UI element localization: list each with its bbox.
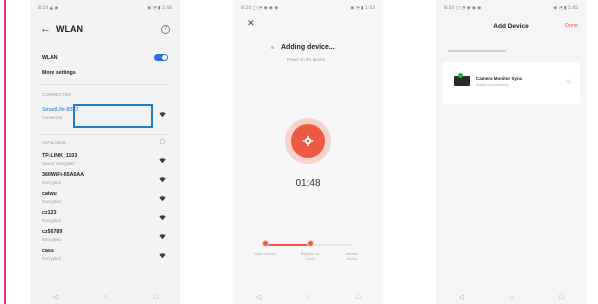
page-title: WLAN [56,24,83,34]
status-bar: 8:24 ▲ ◉ ◉ ◔ ▮ 1:44 [30,4,180,12]
device-card[interactable]: Camera Monitor Sync Added successfully ✎ [442,62,580,104]
status-left: 8:24 ▢ ◔ ◉ ◉ ◉ [444,5,482,11]
step-label-register: Register on Cloud [300,252,320,261]
adding-subtitle: Power on the device. [287,57,327,62]
device-pulse-ring [285,118,331,164]
gear-icon [302,135,314,147]
network-item[interactable]: 360WiFi-65A6AA Encrypted [42,172,168,190]
wlan-header: ← WLAN ? [40,22,170,36]
nav-bar: ◁ ○ □ [436,292,586,302]
network-item[interactable]: caiwu Encrypted [42,191,168,209]
wlan-label: WLAN [42,54,58,61]
network-name: cz123 [42,210,57,216]
connected-section-label: CONNECTED [42,92,72,97]
page-title: Add Device [493,23,529,30]
network-name: cass [42,248,54,254]
network-name: caiwu [42,191,57,197]
nav-recent-icon[interactable]: □ [559,294,563,301]
status-bar: 8:24 ▢ ◔ ◉ ◉ ◉ ◉ ◔ ▮ 1:45 [436,4,586,12]
network-status: Encrypted [42,237,61,242]
section-note-bar [448,50,506,52]
network-status: Encrypted [42,256,61,261]
status-right: ◉ ◔ ▮ 1:43 [350,5,375,11]
status-right: ◉ ◔ ▮ 1:45 [553,5,578,11]
device-status: Added successfully [476,83,509,87]
help-icon[interactable]: ? [161,24,170,34]
device-core [291,124,325,158]
wlan-toggle[interactable] [154,54,168,61]
status-left: 8:24 ▢ ◔ ◉ ◉ ◉ [241,5,279,11]
nav-back-icon[interactable]: ◁ [53,293,58,301]
edit-pencil-icon[interactable]: ✎ [566,78,572,86]
adding-title: Adding device... [281,44,335,51]
close-icon[interactable]: ✕ [247,18,255,29]
nav-back-icon[interactable]: ◁ [256,293,261,301]
wifi-locked-icon [159,177,166,183]
status-right: ◉ ◔ ▮ 1:44 [147,5,172,11]
nav-recent-icon[interactable]: □ [356,294,360,301]
loading-dot-icon [271,46,274,49]
add-device-screen: 8:24 ▢ ◔ ◉ ◉ ◉ ◉ ◔ ▮ 1:45 Add Device Don… [436,0,586,304]
more-settings-row[interactable]: More settings [42,70,168,76]
nav-back-icon[interactable]: ◁ [459,293,464,301]
wifi-locked-icon [159,215,166,221]
network-item[interactable]: cass Encrypted [42,248,168,266]
network-item[interactable]: cz56789 Encrypted [42,229,168,247]
device-name: Camera Monitor Sync [476,76,523,81]
online-status-dot [458,73,463,78]
nav-home-icon[interactable]: ○ [306,294,310,301]
wifi-locked-icon [159,158,166,164]
wlan-settings-screen: 8:24 ▲ ◉ ◉ ◔ ▮ 1:44 ← WLAN ? WLAN More s… [30,0,180,304]
step-dot-scan [262,240,269,247]
done-button[interactable]: Done [565,23,578,29]
divider [40,84,170,85]
page-margin-line [4,0,6,304]
nav-bar: ◁ ○ □ [233,292,383,302]
status-bar: 8:24 ▢ ◔ ◉ ◉ ◉ ◉ ◔ ▮ 1:43 [233,4,383,12]
nav-bar: ◁ ○ □ [30,292,180,302]
more-settings-label: More settings [42,70,76,76]
network-status: Saved, encrypted [42,161,75,166]
network-status: Encrypted [42,218,61,223]
network-status: Encrypted [42,180,61,185]
network-item[interactable]: TP-LINK_1103 Saved, encrypted [42,153,168,171]
network-item[interactable]: cz123 Encrypted [42,210,168,228]
divider [40,134,170,135]
wifi-locked-icon [159,234,166,240]
available-section-label: AVAILABLE [42,140,67,145]
back-arrow-icon[interactable]: ← [40,23,52,35]
nav-recent-icon[interactable]: □ [153,294,157,301]
nav-home-icon[interactable]: ○ [509,294,513,301]
network-name: cz56789 [42,229,63,235]
countdown-timer: 01:48 [295,178,321,189]
connected-highlight-box [73,104,153,128]
adding-device-screen: 8:24 ▢ ◔ ◉ ◉ ◉ ◉ ◔ ▮ 1:43 ✕ Adding devic… [233,0,383,304]
wifi-signal-icon [159,112,166,118]
network-status: Encrypted [42,199,61,204]
step-dot-register [307,240,314,247]
refresh-icon[interactable] [159,138,166,145]
step-label-initialize: Initialize device [345,252,359,261]
step-label-scan: Scan devices [254,252,276,256]
status-left: 8:24 ▲ ◉ [38,5,59,11]
wifi-locked-icon [159,253,166,259]
wlan-toggle-row[interactable]: WLAN [42,54,168,61]
wifi-locked-icon [159,196,166,202]
nav-home-icon[interactable]: ○ [103,294,107,301]
network-name: 360WiFi-65A6AA [42,172,85,178]
network-name: TP-LINK_1103 [42,153,78,159]
